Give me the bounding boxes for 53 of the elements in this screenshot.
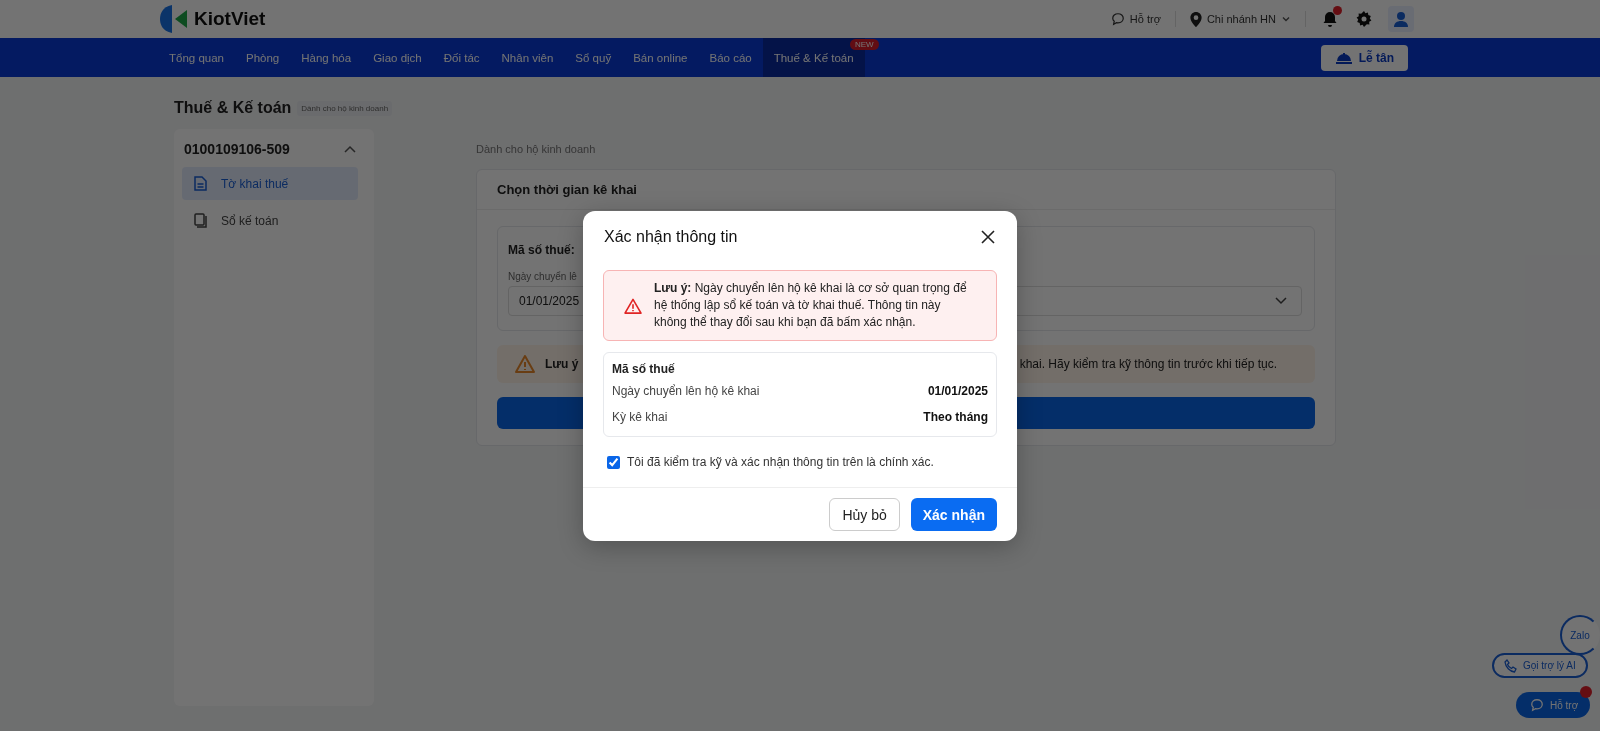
account-number: 0100109106-509 bbox=[184, 141, 290, 157]
location-pin-icon bbox=[1189, 11, 1202, 27]
confirm-checkbox[interactable] bbox=[607, 455, 620, 469]
zalo-button[interactable]: Zalo bbox=[1560, 615, 1600, 655]
row-value: 01/01/2025 bbox=[927, 384, 988, 398]
row-label: Ngày chuyển lên hộ kê khai bbox=[612, 384, 760, 398]
ai-assistant-button[interactable]: Gọi trợ lý AI bbox=[1492, 653, 1588, 678]
service-bell-icon bbox=[1334, 50, 1353, 65]
row-value: Theo tháng bbox=[923, 410, 988, 424]
warning-label: Lưu ý bbox=[545, 357, 579, 371]
settings-icon[interactable] bbox=[1354, 9, 1374, 29]
sidebar-item[interactable]: Sổ kế toán bbox=[182, 204, 358, 237]
phone-icon bbox=[1504, 658, 1518, 673]
field-label: Ngày chuyển lê bbox=[508, 271, 578, 282]
dialog-title: Xác nhận thông tin bbox=[604, 228, 738, 246]
chevron-down-icon bbox=[1275, 297, 1287, 305]
chat-icon bbox=[1110, 12, 1125, 26]
new-badge: NEW bbox=[849, 39, 879, 50]
nav-tab[interactable]: Giao dịch bbox=[362, 38, 433, 77]
chevron-icon[interactable] bbox=[344, 145, 356, 153]
nav-tab[interactable]: Phòng bbox=[235, 38, 291, 77]
confirm-button[interactable]: Xác nhận bbox=[910, 498, 997, 531]
alert-text: Lưu ý: Ngày chuyển lên hộ kê khai là cơ sở quan trọng để hệ thống lập sổ kế toán và tờ khai thuế. Thông tin này không thể thay đổi sau khi bạn đã bấm xác nhận. bbox=[654, 280, 968, 331]
support-chat-button[interactable]: Hỗ trợ bbox=[1516, 692, 1591, 718]
logo-text: KiotViet bbox=[194, 8, 266, 30]
warning-icon bbox=[515, 355, 535, 373]
nav-tab[interactable]: Đối tác bbox=[432, 38, 491, 77]
sidebar-item[interactable]: Tờ khai thuế bbox=[182, 167, 358, 200]
checkbox-label: Tôi đã kiểm tra kỹ và xác nhận thông tin trên là chính xác. bbox=[627, 455, 934, 469]
nav-tab[interactable]: Hàng hóa bbox=[290, 38, 363, 77]
logo-icon bbox=[158, 4, 190, 34]
nav-tab[interactable]: Bán online bbox=[622, 38, 699, 77]
book-icon bbox=[194, 213, 207, 228]
reception-button[interactable]: Lễ tân bbox=[1320, 44, 1408, 71]
warning-text: khai. Hãy kiểm tra kỹ thông tin trước khi tiếp tục. bbox=[1019, 357, 1277, 371]
summary-heading: Mã số thuế bbox=[612, 362, 676, 376]
branch-dropdown[interactable]: Chi nhánh HN bbox=[1189, 11, 1291, 27]
close-button[interactable] bbox=[979, 228, 997, 246]
document-icon bbox=[194, 176, 207, 191]
nav-tab[interactable]: Tổng quan bbox=[158, 38, 235, 77]
warning-icon bbox=[624, 297, 642, 314]
support-link[interactable]: Hỗ trợ bbox=[1110, 12, 1161, 26]
chevron-down-icon bbox=[1281, 14, 1291, 24]
tax-code-label: Mã số thuế: bbox=[508, 243, 576, 257]
row-label: Kỳ kê khai bbox=[612, 410, 668, 424]
card-title: Chọn thời gian kê khai bbox=[477, 170, 1335, 210]
user-avatar[interactable] bbox=[1388, 6, 1414, 32]
cancel-button[interactable]: Hủy bỏ bbox=[829, 498, 900, 531]
nav-tab[interactable]: Nhân viên bbox=[490, 38, 565, 77]
chat-icon bbox=[1530, 698, 1544, 712]
nav-tab[interactable]: Báo cáo bbox=[698, 38, 763, 77]
nav-tab[interactable]: Sổ quỹ bbox=[564, 38, 623, 77]
page-title: Thuế & Kế toán bbox=[174, 99, 292, 117]
